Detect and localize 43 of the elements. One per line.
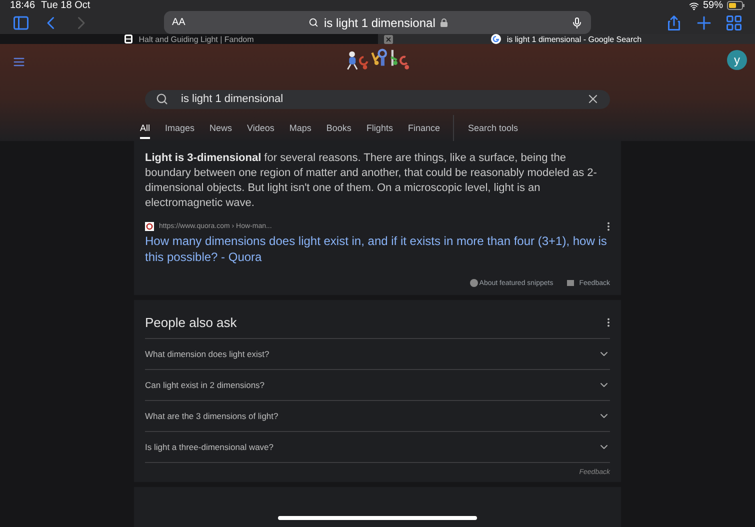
tabs-grid-icon[interactable] [725, 14, 743, 32]
account-avatar[interactable]: y [727, 50, 747, 70]
search-tab[interactable]: All [140, 117, 150, 139]
search-tab[interactable]: Videos [247, 117, 274, 139]
status-date: Tue 18 Oct [41, 0, 90, 11]
question-row[interactable]: Is light a three-dimensional wave? [145, 431, 610, 462]
site-favicon [145, 222, 154, 231]
search-field[interactable]: is light 1 dimensional [145, 90, 610, 109]
menu-icon[interactable] [12, 55, 26, 69]
search-icon [155, 92, 169, 106]
status-time: 18:46 [10, 0, 36, 11]
battery-icon [727, 1, 745, 10]
result-link[interactable]: How many dimensions does light exist in, and if it exists in more than four (3+1), how is this possible? - Quora [145, 233, 610, 265]
more-icon[interactable] [607, 318, 610, 326]
address-bar[interactable]: AA is light 1 dimensional [164, 11, 591, 34]
text-size-label[interactable]: AA [172, 17, 186, 28]
search-tab[interactable]: Flights [366, 117, 393, 139]
search-tab[interactable]: News [210, 117, 232, 139]
question-row[interactable]: What dimension does light exist? [145, 338, 610, 369]
snippet-text: Light is 3-dimensional for several reasons. There are things, like a surface, being the boundary between one region of matter and another, that could be reasonably modeled as 2-dimensional objects. But light isn't one of them. On a microscopic level, light is an electromagnetic wave. [145, 151, 598, 211]
browser-tab[interactable]: Halt and Guiding Light | Fandom [0, 34, 378, 44]
search-tab[interactable]: Finance [408, 117, 440, 139]
share-icon[interactable] [665, 14, 683, 32]
search-tab[interactable]: Images [165, 117, 195, 139]
lock-icon [440, 18, 448, 27]
tab-title: Halt and Guiding Light | Fandom [138, 34, 254, 44]
microphone-icon[interactable] [571, 16, 583, 28]
section-title: People also ask [145, 314, 237, 330]
more-icon[interactable] [607, 222, 610, 231]
plus-icon[interactable] [695, 14, 713, 32]
close-icon[interactable] [384, 34, 392, 44]
question-row[interactable]: What are the 3 dimensions of light? [145, 400, 610, 431]
google-favicon [490, 34, 501, 44]
tab-title: is light 1 dimensional - Google Search [506, 34, 642, 44]
search-icon [308, 17, 319, 28]
address-text: is light 1 dimensional [324, 16, 436, 30]
question-row[interactable]: Can light exist in 2 dimensions? [145, 369, 610, 400]
search-tab[interactable]: Maps [289, 117, 312, 139]
sidebar-icon[interactable] [12, 14, 30, 32]
search-tools-link[interactable]: Search tools [468, 117, 518, 139]
wifi-icon [688, 0, 699, 10]
battery-percent: 59% [702, 0, 723, 11]
search-tab[interactable]: Books [326, 117, 352, 139]
